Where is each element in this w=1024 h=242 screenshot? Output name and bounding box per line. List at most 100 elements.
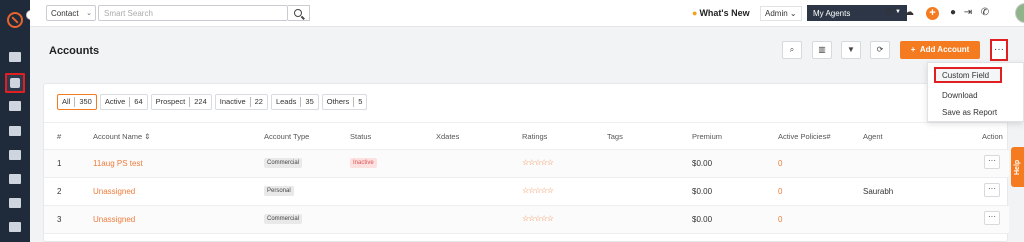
cloud-upload-icon[interactable]: ☁ <box>904 8 914 18</box>
filter-chip-prospect[interactable]: Prospect 224 <box>150 94 212 110</box>
search-icon <box>294 9 302 17</box>
chip-label: Prospect <box>155 97 186 106</box>
chip-label: All <box>62 97 71 106</box>
active-policies-link[interactable]: 0 <box>778 187 782 196</box>
accounts-card: All 350 Active 64 Prospect 224 Inactive 22 Leads… <box>43 83 1009 242</box>
sidebar: › <box>0 0 36 242</box>
column-header-ratings: Ratings <box>522 132 548 141</box>
column-header-xdates: Xdates <box>436 132 460 141</box>
add-account-button[interactable]: + Add Account <box>900 41 980 59</box>
columns-button[interactable]: ▥ <box>812 41 832 59</box>
contacts-icon[interactable] <box>9 174 21 184</box>
column-header-account-name[interactable]: Account Name ⇕ <box>93 132 151 141</box>
account-name-link[interactable]: Unassigned <box>93 215 135 224</box>
smart-search-input[interactable]: Smart Search <box>98 5 288 21</box>
chip-count: 350 <box>79 97 92 106</box>
brand-logo[interactable] <box>7 12 23 28</box>
row-action-button[interactable]: ··· <box>984 183 1000 197</box>
chevron-down-icon: ⌄ <box>86 10 92 17</box>
quick-add-icon[interactable]: + <box>926 7 939 20</box>
whats-new-label: What's New <box>699 8 750 18</box>
column-header-account-type: Account Type <box>264 132 310 141</box>
active-policies-link[interactable]: 0 <box>778 215 782 224</box>
filter-icon: ▼ <box>847 45 855 54</box>
my-agents-label: My Agents <box>813 9 851 18</box>
row-number: 1 <box>57 159 62 168</box>
row-action-button[interactable]: ··· <box>984 211 1000 225</box>
help-tab[interactable]: Help <box>1011 147 1024 187</box>
menu-item-custom-field[interactable]: Custom Field <box>934 67 1002 83</box>
add-account-label: Add Account <box>919 45 970 54</box>
menu-item-save-as-report[interactable]: Save as Report <box>934 105 1005 120</box>
account-type-badge: Commercial <box>264 158 303 168</box>
table-row: 3 Unassigned Commercial ☆☆☆☆☆ $0.00 0 ··… <box>44 206 1009 234</box>
row-number: 3 <box>57 215 62 224</box>
filter-chip-others[interactable]: Others 5 <box>321 94 368 110</box>
avatar[interactable] <box>1015 3 1024 23</box>
search-button[interactable] <box>288 5 310 21</box>
search-icon: ⌕ <box>789 45 795 54</box>
chip-count: 35 <box>305 97 314 106</box>
flame-icon: ● <box>692 8 698 18</box>
refresh-icon[interactable]: ⟳ <box>885 8 895 18</box>
account-name-link[interactable]: Unassigned <box>93 187 135 196</box>
context-select[interactable]: Contact ⌄ <box>46 5 96 21</box>
chip-count: 5 <box>358 97 363 106</box>
filter-chip-inactive[interactable]: Inactive 22 <box>214 94 268 110</box>
bell-icon[interactable]: ● <box>948 8 958 18</box>
table-row: 1 11aug PS test Commercial Inactive ☆☆☆☆… <box>44 150 1009 178</box>
menu-item-download[interactable]: Download <box>934 88 986 103</box>
dashboard-icon[interactable] <box>9 52 21 62</box>
filter-button[interactable]: ▼ <box>841 41 861 59</box>
table-header: # Account Name ⇕ Account Type Status Xda… <box>44 122 1009 150</box>
more-actions-button[interactable]: ··· <box>990 39 1008 61</box>
refresh-icon: ⟳ <box>876 45 884 54</box>
admin-select[interactable]: Admin ⌄ <box>760 6 802 21</box>
bank-icon[interactable] <box>9 126 21 136</box>
row-number: 2 <box>57 187 62 196</box>
agent-name: Saurabh <box>863 187 894 196</box>
refresh-button[interactable]: ⟳ <box>870 41 890 59</box>
chip-count: 22 <box>254 97 263 106</box>
accounts-icon[interactable] <box>5 73 25 93</box>
chip-label: Active <box>104 97 126 106</box>
premium-value: $0.00 <box>692 187 713 196</box>
account-type-badge: Personal <box>264 186 294 196</box>
chip-label: Inactive <box>219 97 246 106</box>
column-header-number: # <box>57 132 62 141</box>
column-header-tags: Tags <box>607 132 623 141</box>
top-bar: Contact ⌄ Smart Search ● What's New Admin… <box>30 0 1024 27</box>
filter-chip-all[interactable]: All 350 <box>57 94 97 110</box>
list-icon[interactable] <box>9 150 21 160</box>
filter-funnel-icon[interactable] <box>9 198 21 208</box>
rating-stars[interactable]: ☆☆☆☆☆ <box>522 214 554 223</box>
column-header-premium: Premium <box>692 132 723 141</box>
whats-new-link[interactable]: ● What's New <box>692 8 750 18</box>
documents-icon[interactable] <box>9 101 21 111</box>
page-title: Accounts <box>49 45 100 57</box>
row-action-button[interactable]: ··· <box>984 155 1000 169</box>
account-type-badge: Commercial <box>264 214 303 224</box>
filter-chip-active[interactable]: Active 64 <box>99 94 148 110</box>
logout-icon[interactable]: ⇥ <box>963 8 973 18</box>
filter-chip-leads[interactable]: Leads 35 <box>270 94 319 110</box>
phone-icon[interactable]: ✆ <box>980 8 990 18</box>
caret-down-icon: ▼ <box>895 9 901 15</box>
active-policies-link[interactable]: 0 <box>778 159 782 168</box>
column-header-agent: Agent <box>863 132 883 141</box>
chip-count: 64 <box>134 97 143 106</box>
table-row: 2 Unassigned Personal ☆☆☆☆☆ $0.00 0 Saur… <box>44 178 1009 206</box>
account-name-link[interactable]: 11aug PS test <box>93 159 143 168</box>
rating-stars[interactable]: ☆☆☆☆☆ <box>522 158 554 167</box>
columns-icon: ▥ <box>818 45 826 54</box>
context-select-label: Contact <box>51 9 79 18</box>
admin-select-label: Admin <box>765 9 788 18</box>
premium-value: $0.00 <box>692 215 713 224</box>
search-accounts-button[interactable]: ⌕ <box>782 41 802 59</box>
page-header: Accounts ⌕ ▥ ▼ ⟳ + Add Account ··· <box>30 27 1024 79</box>
rating-stars[interactable]: ☆☆☆☆☆ <box>522 186 554 195</box>
column-header-active-policies: Active Policies# <box>778 132 831 141</box>
megaphone-icon[interactable] <box>9 222 21 232</box>
more-actions-menu: Custom Field Download Save as Report <box>927 62 1024 122</box>
chip-label: Others <box>326 97 350 106</box>
